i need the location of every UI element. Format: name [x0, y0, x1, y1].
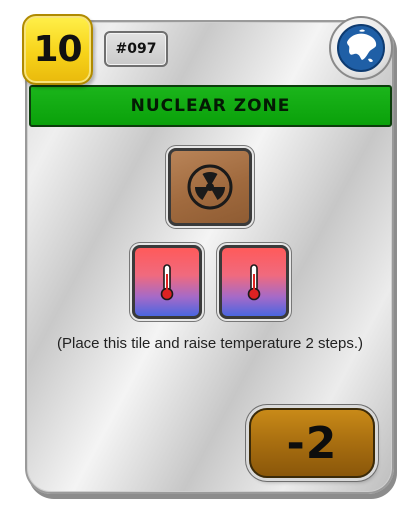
cost-badge: 10: [22, 14, 93, 85]
title-bar: NUCLEAR ZONE: [29, 85, 392, 127]
globe-asia-icon: [329, 16, 393, 80]
cost-value: 10: [33, 29, 82, 70]
victory-points-badge: -2: [249, 408, 375, 478]
card-description: (Place this tile and raise temperature 2…: [57, 335, 363, 352]
temperature-tile-1: [132, 245, 202, 319]
radiation-icon: [187, 164, 233, 210]
thermometer-icon: [160, 264, 174, 301]
card-number: #097: [115, 41, 157, 57]
nuclear-tile: [168, 148, 252, 226]
card-number-tag: #097: [104, 31, 168, 67]
victory-points-value: -2: [286, 417, 338, 469]
temperature-tile-2: [219, 245, 289, 319]
thermometer-icon: [247, 264, 261, 301]
card-title: NUCLEAR ZONE: [130, 96, 291, 116]
